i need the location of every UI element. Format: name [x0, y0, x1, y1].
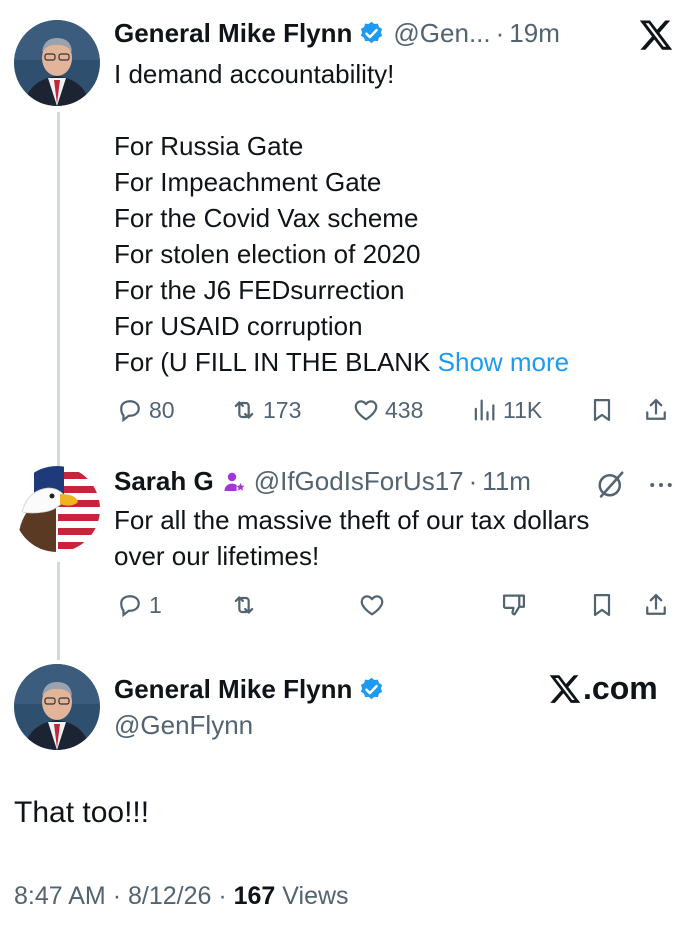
verified-badge-icon [358, 20, 385, 47]
views-button[interactable]: 11K [470, 395, 542, 425]
text-line: I demand accountability! [114, 59, 395, 89]
more-options-icon[interactable] [646, 470, 676, 500]
reply-count: 1 [149, 591, 162, 618]
text-line: For the Covid Vax scheme [114, 203, 419, 233]
post-date[interactable]: 8/12/26 [128, 882, 211, 910]
tweet3-header: General Mike Flynn [114, 674, 385, 705]
tweet2-header: Sarah G @IfGodIsForUs17 · 11m [114, 466, 531, 497]
main-tweet-text: That too!!! [14, 796, 150, 829]
views-count: 167 [233, 882, 276, 910]
bookmark-button[interactable] [588, 395, 616, 425]
subscriber-badge-icon [222, 470, 246, 494]
downvote-button[interactable] [500, 590, 528, 620]
show-more-link[interactable]: Show more [438, 347, 570, 377]
thread-line [57, 562, 60, 660]
brand-text: .com [583, 670, 658, 706]
heart-icon [360, 595, 384, 616]
x-logo-icon [549, 674, 581, 703]
bookmark-icon [593, 593, 611, 617]
repost-icon [234, 401, 254, 419]
timestamp[interactable]: 11m [482, 466, 531, 497]
text-line: For USAID corruption [114, 311, 363, 341]
display-name[interactable]: General Mike Flynn [114, 18, 352, 49]
x-logo-icon [638, 17, 674, 53]
heart-icon [354, 400, 378, 421]
text-line: For the J6 FEDsurrection [114, 275, 405, 305]
tweet1-text: I demand accountability! For Russia Gate… [114, 56, 569, 380]
avatar-general-mike-flynn[interactable] [14, 20, 100, 106]
reply-button[interactable]: 1 [116, 590, 162, 620]
text-line: For all the massive theft of our tax dol… [114, 505, 590, 535]
repost-button[interactable] [230, 590, 258, 620]
like-button[interactable]: 438 [352, 395, 423, 425]
like-button[interactable] [358, 590, 386, 620]
text-line: For Impeachment Gate [114, 167, 382, 197]
share-button[interactable] [642, 590, 670, 620]
x-com-brand: .com [548, 670, 658, 707]
tweet2-text: For all the massive theft of our tax dol… [114, 502, 589, 574]
separator-dot: · [495, 18, 505, 48]
tweet-meta: 8:47 AM · 8/12/26 · 167 Views [14, 882, 349, 911]
reply-button[interactable]: 80 [116, 395, 175, 425]
timestamp[interactable]: 19m [509, 18, 560, 49]
like-count: 438 [385, 396, 424, 423]
avatar-general-mike-flynn[interactable] [14, 664, 100, 750]
post-time[interactable]: 8:47 AM [14, 882, 106, 910]
text-line: For Russia Gate [114, 131, 304, 161]
avatar-sarah-g[interactable] [14, 466, 100, 552]
share-button[interactable] [642, 395, 670, 425]
bookmark-button[interactable] [588, 590, 616, 620]
thread-line [57, 112, 60, 472]
views-chart-icon [474, 399, 495, 421]
repost-count: 173 [263, 396, 302, 423]
tweet3-handle-row: @GenFlynn [106, 710, 253, 741]
text-line-last: For (U FILL IN THE BLANK Show more [114, 344, 569, 380]
separator-dot: · [218, 882, 227, 910]
handle[interactable]: @GenFlynn [114, 710, 253, 741]
reply-icon [120, 595, 140, 618]
text-line: For stolen election of 2020 [114, 239, 421, 269]
repost-button[interactable]: 173 [230, 395, 301, 425]
share-icon [646, 398, 666, 420]
text-line [114, 92, 569, 128]
thumbs-down-icon [502, 594, 526, 616]
bookmark-icon [593, 398, 611, 422]
display-name[interactable]: Sarah G [114, 466, 214, 497]
views-count: 11K [503, 396, 543, 423]
repost-icon [234, 596, 254, 614]
reply-icon [120, 400, 140, 423]
share-icon [646, 593, 666, 615]
text-line: over our lifetimes! [114, 541, 320, 571]
display-name[interactable]: General Mike Flynn [114, 674, 352, 705]
separator-dot: · [112, 882, 122, 910]
handle[interactable]: @IfGodIsForUs17 [254, 466, 464, 497]
verified-badge-icon [358, 676, 385, 703]
tweet1-header: General Mike Flynn @Gen... · 19m [114, 18, 560, 49]
text-line: For (U FILL IN THE BLANK [114, 347, 431, 377]
grok-icon[interactable] [596, 469, 626, 499]
reply-count: 80 [149, 396, 175, 423]
views-label: Views [282, 882, 349, 910]
separator-dot: · [468, 466, 478, 496]
handle[interactable]: @Gen... [393, 18, 490, 49]
